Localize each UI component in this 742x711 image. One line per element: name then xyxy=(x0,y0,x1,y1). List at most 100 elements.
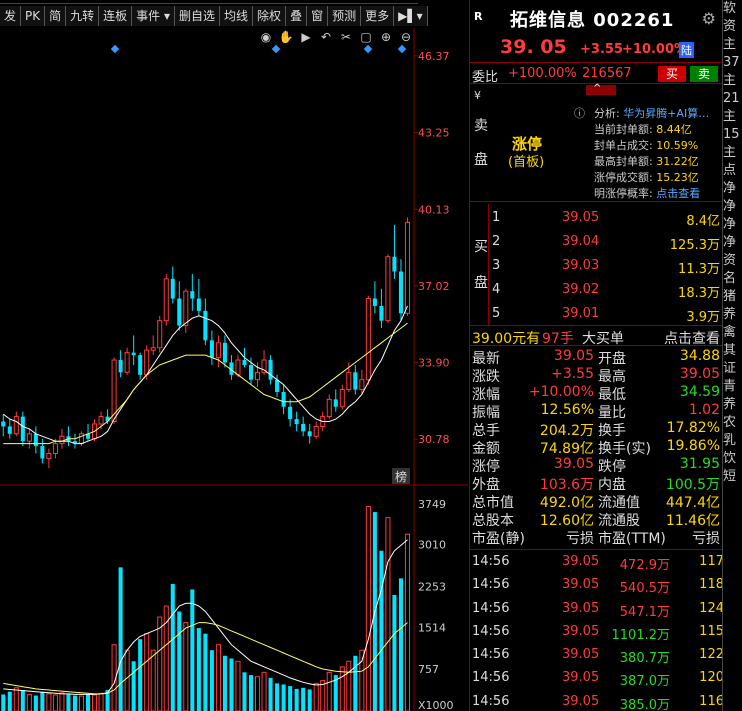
zoom-in-icon[interactable]: ⊕ xyxy=(378,30,394,44)
candle-body xyxy=(26,433,32,442)
bid-row[interactable]: 5 39.01 3.9万 xyxy=(490,303,722,325)
undo-icon[interactable]: ↶ xyxy=(318,30,334,44)
tick-volume: 387.0万 xyxy=(619,674,670,690)
volume-bar xyxy=(13,687,19,711)
analysis-link[interactable]: 华为昇腾+AI算… xyxy=(623,107,709,120)
volume-bar xyxy=(98,692,104,711)
side-list-item[interactable]: 37 xyxy=(723,54,742,72)
gear-icon[interactable]: ⚙ xyxy=(702,9,716,28)
toolbar-item[interactable]: ▶▌▾ xyxy=(394,6,428,26)
sell-label-1: 卖 xyxy=(474,118,488,134)
volume-bar xyxy=(52,694,58,711)
toolbar-item[interactable]: 窗 xyxy=(307,6,329,26)
connect-badge[interactable]: 陆 xyxy=(679,42,694,58)
toolbar-item[interactable]: 发 xyxy=(0,6,22,26)
tick-count: 124 xyxy=(699,600,724,616)
side-list-item[interactable]: 主 xyxy=(723,72,742,90)
side-list-item[interactable]: 乳 xyxy=(723,432,742,450)
zoom-out-icon[interactable]: ⊖ xyxy=(398,30,414,44)
kline-svg[interactable]: 46.37 43.25 40.13 37.02 33.90 30.78 3749 3010 22… xyxy=(0,28,468,711)
kline-chart[interactable]: 46.37 43.25 40.13 37.02 33.90 30.78 3749 3010 22… xyxy=(0,28,468,711)
volume-bar xyxy=(20,690,25,711)
side-list-item[interactable]: 净 xyxy=(723,234,742,252)
tick-row[interactable]: 14:56 39.05 547.1万 124 xyxy=(470,597,724,620)
bid-row[interactable]: 1 39.05 8.4亿 xyxy=(490,207,722,229)
toolbar-item[interactable]: 叠 xyxy=(286,6,308,26)
toolbar-item[interactable]: 删自选 xyxy=(175,6,221,26)
eye-icon[interactable]: ◉ xyxy=(258,30,274,44)
volume-bar xyxy=(40,691,45,711)
tick-price: 39.05 xyxy=(562,577,600,593)
hand-icon[interactable]: ✋ xyxy=(278,30,294,44)
side-list-item[interactable]: 净 xyxy=(723,198,742,216)
max-seal-label: 最高封单额: xyxy=(594,155,653,168)
side-list-item[interactable]: 禽 xyxy=(723,324,742,342)
bid-row[interactable]: 2 39.04 125.3万 xyxy=(490,231,722,253)
side-list-item[interactable]: 主 xyxy=(723,144,742,162)
side-list-item[interactable]: 资 xyxy=(723,18,742,36)
scissors-icon[interactable]: ✂ xyxy=(338,30,354,44)
side-list-item[interactable]: 青 xyxy=(723,378,742,396)
sell-panel: ^ ¥ 卖 盘 涨停 (首板) ⓘ 分析: 华为昇腾+AI算… 当前封单额: 8… xyxy=(470,83,722,202)
tick-row[interactable]: 14:56 39.05 380.7万 122 xyxy=(470,643,724,666)
side-list-item[interactable]: 养 xyxy=(723,396,742,414)
candle-body xyxy=(46,452,52,459)
side-list-item[interactable]: 名 xyxy=(723,270,742,288)
sell-button[interactable]: 卖 xyxy=(690,66,718,82)
side-list-item[interactable]: 猪 xyxy=(723,288,742,306)
volume-bar xyxy=(229,658,234,711)
side-list-item[interactable]: 其 xyxy=(723,342,742,360)
side-list-item[interactable]: 饮 xyxy=(723,450,742,468)
side-list-item[interactable]: 15 xyxy=(723,126,742,144)
volume-bar xyxy=(359,649,365,711)
volume-tick-label: 757 xyxy=(418,663,439,676)
tick-row[interactable]: 14:56 39.05 540.5万 118 xyxy=(470,573,724,596)
volume-bar xyxy=(177,611,182,711)
big-order-bar: 39.00元有 97手 大买单 点击查看 xyxy=(470,326,722,348)
tick-row[interactable]: 14:56 39.05 387.0万 120 xyxy=(470,666,724,690)
tick-row[interactable]: 14:56 39.05 385.0万 116 xyxy=(470,690,724,711)
side-list-item[interactable]: 主 xyxy=(723,36,742,54)
toolbar-item[interactable]: 事件 ▾ xyxy=(132,6,176,26)
tick-row[interactable]: 14:56 39.05 472.9万 117 xyxy=(470,550,724,573)
volume-bar xyxy=(209,650,214,711)
volume-bar xyxy=(138,639,143,711)
buy-button[interactable]: 买 xyxy=(658,66,686,82)
side-list-item[interactable]: 净 xyxy=(723,216,742,234)
side-list-item[interactable]: 短 xyxy=(723,468,742,486)
tick-volume: 547.1万 xyxy=(619,604,670,620)
side-list-item[interactable]: 证 xyxy=(723,360,742,378)
quote-panel: R 拓维信息 002261 ⚙ 39. 05 +3.55 +10.00% 陆 委… xyxy=(469,0,724,711)
toolbar-item[interactable]: 九转 xyxy=(66,6,100,26)
side-list-item[interactable]: 21 xyxy=(723,90,742,108)
stat-label: 市盈(静) xyxy=(472,531,525,547)
side-list-item[interactable]: 养 xyxy=(723,306,742,324)
side-list-item[interactable]: 软 xyxy=(723,0,742,18)
play-icon[interactable]: ▶ xyxy=(298,30,314,44)
side-list-item[interactable]: 农 xyxy=(723,414,742,432)
toolbar-item[interactable]: PK xyxy=(21,6,46,26)
lock-icon[interactable]: ▢ xyxy=(358,30,374,44)
toolbar-item[interactable]: 连板 xyxy=(99,6,133,26)
side-list-item[interactable]: 点 xyxy=(723,162,742,180)
stat-label: 涨跌 xyxy=(472,369,500,385)
tick-list[interactable]: 14:56 39.05 472.9万 117 14:56 39.05 540.5万 118 14… xyxy=(470,549,724,711)
side-list-partial: 软资主 37 主 21 主 15 主点净净净净资名猪养禽其证青养农乳饮短 xyxy=(722,0,742,711)
side-list-item[interactable]: 资 xyxy=(723,252,742,270)
toolbar-item[interactable]: 均线 xyxy=(220,6,254,26)
tick-row[interactable]: 14:56 39.05 1101.2万 115 xyxy=(470,620,724,643)
big-order-link[interactable]: 点击查看 xyxy=(664,328,720,348)
toolbar-item[interactable]: 简 xyxy=(45,6,67,26)
toolbar-item[interactable]: 更多 xyxy=(361,6,395,26)
bid-row[interactable]: 3 39.03 11.3万 xyxy=(490,255,722,277)
max-seal-row: 最高封单额: 31.22亿 xyxy=(594,153,699,169)
stat-row: 总市值 492.0亿 流通值 447.4亿 xyxy=(470,492,722,511)
next-limit-link[interactable]: 点击查看 xyxy=(656,187,700,200)
toolbar-item[interactable]: 除权 xyxy=(253,6,287,26)
volume-tick-label: 2253 xyxy=(418,581,446,594)
side-list-item[interactable]: 主 xyxy=(723,108,742,126)
side-list-item[interactable]: 净 xyxy=(723,180,742,198)
toolbar-item[interactable]: 预测 xyxy=(328,6,362,26)
bid-row[interactable]: 4 39.02 18.3万 xyxy=(490,279,722,301)
volume-bar xyxy=(288,686,293,711)
